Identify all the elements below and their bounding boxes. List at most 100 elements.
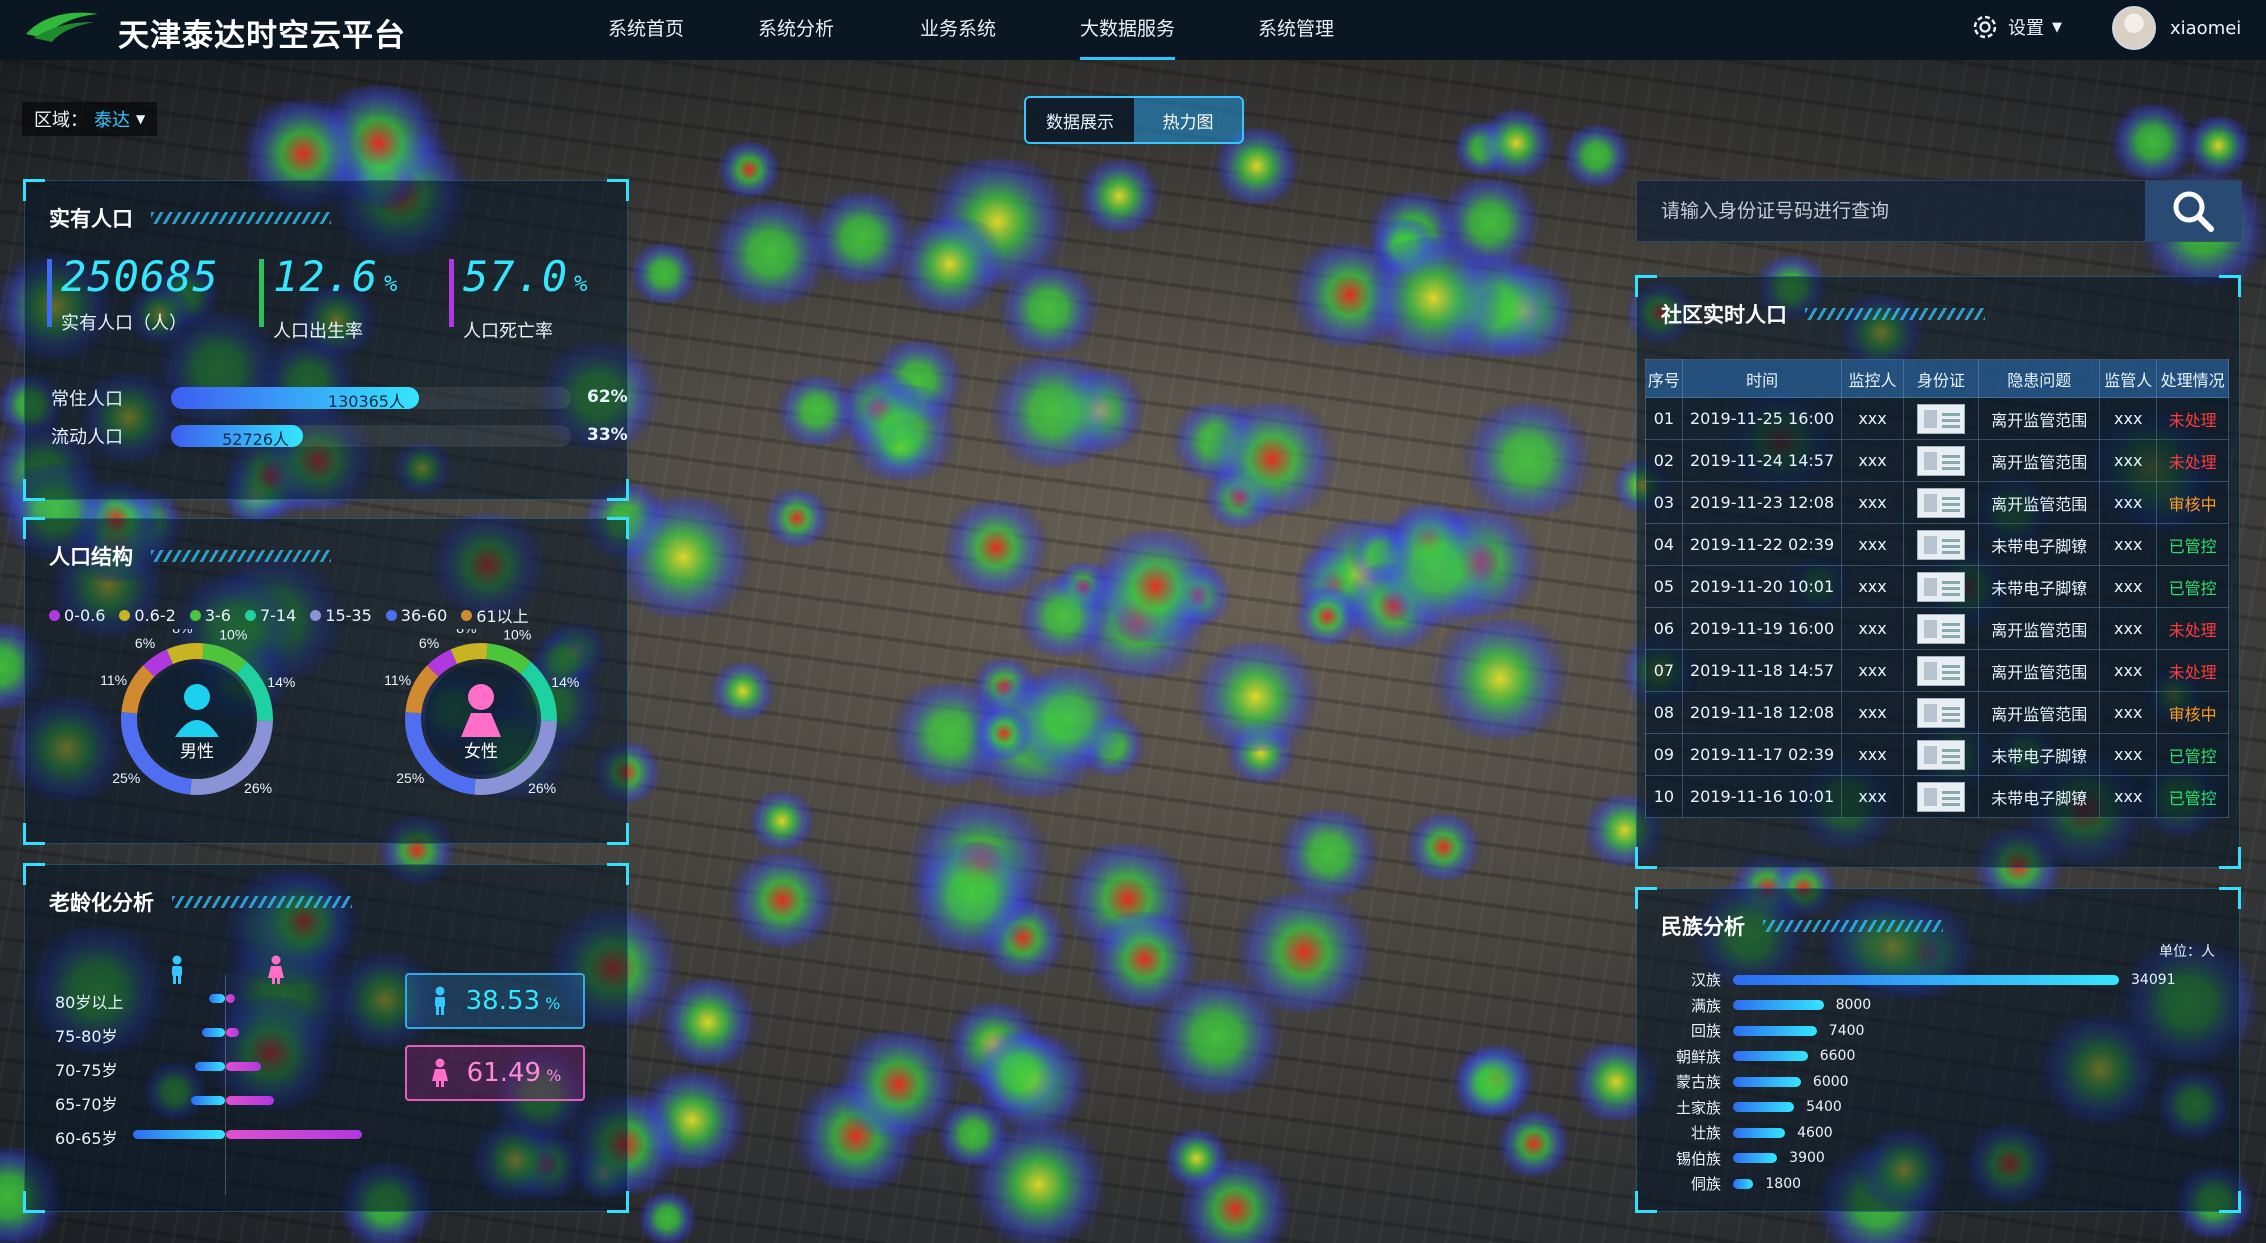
id-card-icon bbox=[1917, 529, 1966, 560]
id-card-icon bbox=[1917, 697, 1966, 728]
table-cell: 未带电子脚镣 bbox=[1978, 733, 2101, 776]
table-cell: xxx bbox=[2099, 733, 2158, 776]
region-value: 泰达 bbox=[94, 110, 130, 131]
total-value: 250685 bbox=[61, 252, 219, 301]
unit-label: 单位：人 bbox=[2159, 944, 2215, 960]
donut-label: 14% bbox=[551, 674, 579, 690]
search-input[interactable] bbox=[1637, 181, 2147, 241]
table-cell: 01 bbox=[1645, 397, 1683, 440]
region-label: 区域： bbox=[34, 110, 88, 131]
ethnic-label: 蒙古族 bbox=[1675, 1073, 1721, 1091]
table-cell: 2019-11-25 16:00 bbox=[1681, 397, 1843, 440]
search-button[interactable] bbox=[2145, 181, 2241, 241]
table-cell: xxx bbox=[1841, 397, 1904, 440]
ethnic-value: 6600 bbox=[1819, 1048, 1856, 1064]
nav-management[interactable]: 系统管理 bbox=[1258, 14, 1334, 41]
community-table: 序号 时间 监控人 身份证 隐患问题 监管人 处理情况 01 2019-11-25 16:00 x… bbox=[1645, 359, 2229, 818]
death-label: 人口死亡率 bbox=[463, 321, 553, 342]
donut-segment bbox=[166, 643, 204, 665]
region-select[interactable]: 区域： 泰达 ▼ bbox=[22, 102, 158, 136]
settings-menu[interactable]: 设置 ▼ bbox=[1970, 12, 2062, 42]
nav-home[interactable]: 系统首页 bbox=[608, 14, 684, 41]
aging-row: 70-75岁 bbox=[55, 1057, 145, 1081]
table-cell: 离开监管范围 bbox=[1978, 439, 2101, 482]
table-row: 01 2019-11-25 16:00 xxx 离开监管范围 xxx 未处理 bbox=[1645, 397, 2229, 440]
donut-segment bbox=[427, 649, 458, 677]
id-card-cell bbox=[1902, 523, 1980, 566]
legend-item: 0-0.6 bbox=[49, 603, 105, 627]
heatmap-tab[interactable]: 热力图 bbox=[1134, 98, 1242, 142]
status-cell: 已管控 bbox=[2156, 775, 2229, 818]
legend-item: 15-35 bbox=[310, 603, 372, 627]
table-cell: 离开监管范围 bbox=[1978, 397, 2101, 440]
structure-panel: 人口结构 0-0.6 0.6-2 3-6 7-14 15-35 36-60 61以上 6% 8… bbox=[23, 517, 629, 845]
ethnic-row: 蒙古族 6000 bbox=[1661, 1071, 1849, 1092]
donut-label: 25% bbox=[396, 770, 424, 786]
ethnic-bar bbox=[1733, 1000, 1824, 1010]
nav-business[interactable]: 业务系统 bbox=[920, 14, 996, 41]
id-card-cell bbox=[1902, 481, 1980, 524]
donut-label: 25% bbox=[112, 770, 140, 786]
status-cell: 审核中 bbox=[2156, 481, 2229, 524]
table-row: 05 2019-11-20 10:01 xxx 未带电子脚镣 xxx 已管控 bbox=[1645, 565, 2229, 608]
table-cell: xxx bbox=[1841, 523, 1904, 566]
table-cell: xxx bbox=[1841, 691, 1904, 734]
avatar bbox=[2112, 6, 2156, 50]
id-card-cell bbox=[1902, 439, 1980, 482]
ethnic-value: 7400 bbox=[1828, 1022, 1865, 1039]
aging-panel: 老龄化分析 80岁以上 75-80岁 70-75岁 65-70岁 60-65岁 38.5… bbox=[23, 863, 629, 1213]
status-cell: 未处理 bbox=[2156, 439, 2229, 482]
nav-analysis[interactable]: 系统分析 bbox=[758, 14, 834, 41]
ethnic-value: 4600 bbox=[1797, 1124, 1833, 1141]
table-cell: 10 bbox=[1645, 775, 1683, 818]
gender-label: 女性 bbox=[464, 742, 498, 762]
floating-row: 流动人口 52726人 33% bbox=[51, 423, 651, 449]
female-ratio: 61.49 bbox=[466, 1058, 542, 1088]
id-card-icon bbox=[1917, 613, 1966, 644]
table-cell: 09 bbox=[1645, 733, 1683, 776]
ethnic-label: 锡伯族 bbox=[1675, 1149, 1721, 1168]
id-card-cell bbox=[1902, 397, 1980, 440]
donut-label: 26% bbox=[244, 780, 272, 796]
column-header: 时间 bbox=[1681, 359, 1843, 398]
id-card-icon bbox=[1917, 739, 1966, 770]
female-donut: 6% 8% 10% 14% 26% 25% 11% 女性 bbox=[371, 620, 591, 809]
table-cell: xxx bbox=[2099, 565, 2158, 608]
ethnic-row: 朝鲜族 6600 bbox=[1661, 1046, 1855, 1067]
age-label: 65-70岁 bbox=[55, 1095, 118, 1114]
ethnic-bar bbox=[1733, 1051, 1808, 1061]
ethnic-value: 1800 bbox=[1765, 1175, 1802, 1192]
table-cell: xxx bbox=[2099, 397, 2158, 440]
ethnic-value: 34091 bbox=[2131, 971, 2176, 988]
aging-row: 80岁以上 bbox=[55, 989, 145, 1013]
column-header: 监控人 bbox=[1841, 359, 1904, 398]
birth-label: 人口出生率 bbox=[273, 321, 363, 342]
legend-item: 61以上 bbox=[461, 603, 529, 627]
ethnic-bar bbox=[1733, 1102, 1795, 1112]
status-cell: 已管控 bbox=[2156, 523, 2229, 566]
top-bar: 天津泰达时空云平台 系统首页 系统分析 业务系统 大数据服务 系统管理 设置 ▼… bbox=[0, 0, 2266, 60]
id-card-cell bbox=[1902, 691, 1980, 734]
table-cell: 05 bbox=[1645, 565, 1683, 608]
table-cell: 02 bbox=[1645, 439, 1683, 482]
death-value: 57.0 bbox=[463, 252, 569, 301]
table-cell: xxx bbox=[2099, 523, 2158, 566]
female-ratio-box: 61.49 % bbox=[405, 1045, 585, 1101]
table-row: 04 2019-11-22 02:39 xxx 未带电子脚镣 xxx 已管控 bbox=[1645, 523, 2229, 566]
column-header: 隐患问题 bbox=[1978, 359, 2101, 398]
id-card-icon bbox=[1917, 781, 1966, 812]
id-card-icon bbox=[1917, 487, 1966, 518]
ethnic-value: 8000 bbox=[1835, 997, 1872, 1013]
column-header: 监管人 bbox=[2099, 359, 2158, 398]
nav-bigdata[interactable]: 大数据服务 bbox=[1080, 14, 1176, 60]
ethnic-label: 朝鲜族 bbox=[1675, 1047, 1721, 1066]
user-menu[interactable]: xiaomei bbox=[2112, 6, 2241, 50]
female-bar bbox=[226, 1062, 262, 1071]
table-cell: 2019-11-20 10:01 bbox=[1681, 565, 1843, 608]
donut-label: 10% bbox=[219, 629, 247, 642]
age-legend: 0-0.6 0.6-2 3-6 7-14 15-35 36-60 61以上 bbox=[49, 603, 529, 627]
female-icon bbox=[431, 1058, 448, 1087]
male-ratio: 38.53 bbox=[465, 986, 541, 1016]
legend-item: 7-14 bbox=[244, 603, 296, 627]
data-display-tab[interactable]: 数据展示 bbox=[1026, 98, 1134, 142]
